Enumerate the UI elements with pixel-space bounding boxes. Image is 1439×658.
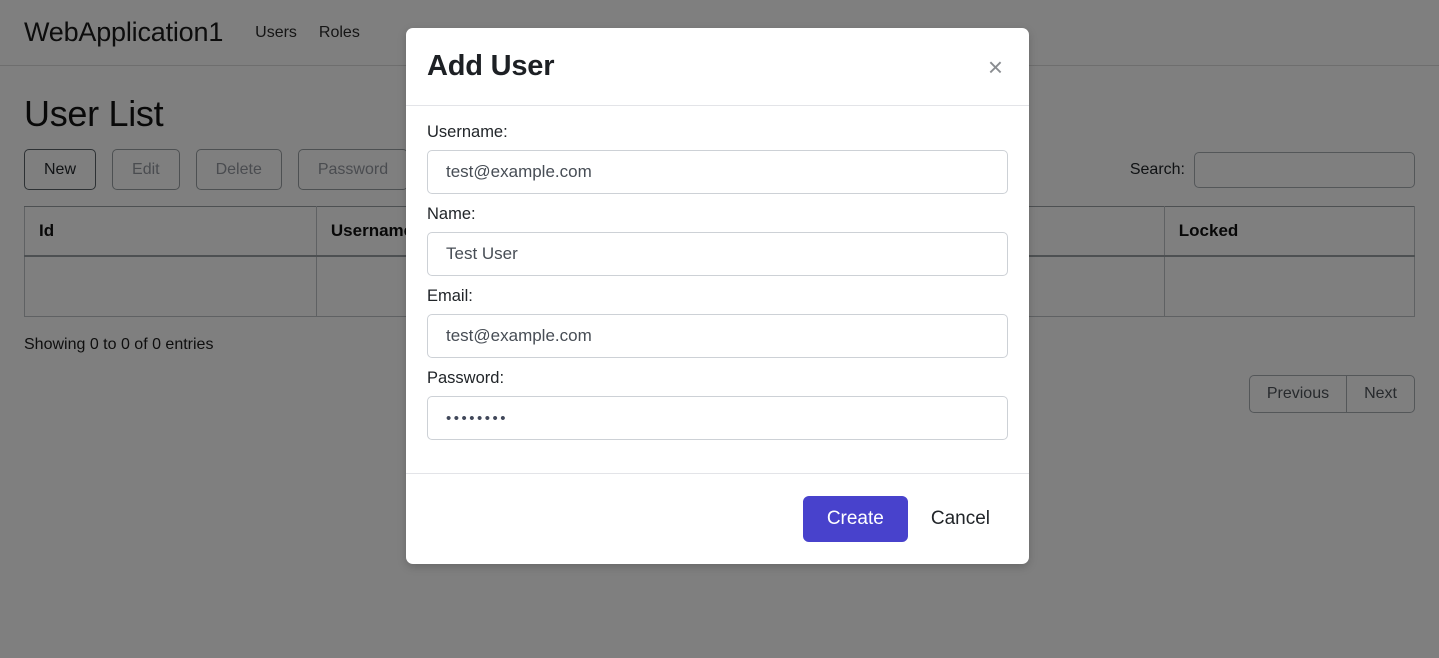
modal-body: Username: Name: Email: Password: xyxy=(406,106,1029,473)
name-label: Name: xyxy=(427,205,476,223)
modal-header: Add User × xyxy=(406,28,1029,106)
cancel-button[interactable]: Cancel xyxy=(914,497,1007,541)
name-input[interactable] xyxy=(427,232,1008,276)
password-input[interactable] xyxy=(427,396,1008,440)
email-label: Email: xyxy=(427,287,473,305)
username-field-group: Username: xyxy=(427,123,1008,194)
modal-title: Add User xyxy=(427,50,555,82)
name-field-group: Name: xyxy=(427,205,1008,276)
modal-footer: Create Cancel xyxy=(406,473,1029,564)
close-icon[interactable]: × xyxy=(986,54,1005,80)
email-input[interactable] xyxy=(427,314,1008,358)
create-button[interactable]: Create xyxy=(802,496,908,542)
email-field-group: Email: xyxy=(427,287,1008,358)
add-user-modal: Add User × Username: Name: Email: Passwo… xyxy=(406,28,1029,564)
password-label: Password: xyxy=(427,369,505,387)
username-input[interactable] xyxy=(427,150,1008,194)
password-field-group: Password: xyxy=(427,369,1008,440)
username-label: Username: xyxy=(427,123,508,141)
